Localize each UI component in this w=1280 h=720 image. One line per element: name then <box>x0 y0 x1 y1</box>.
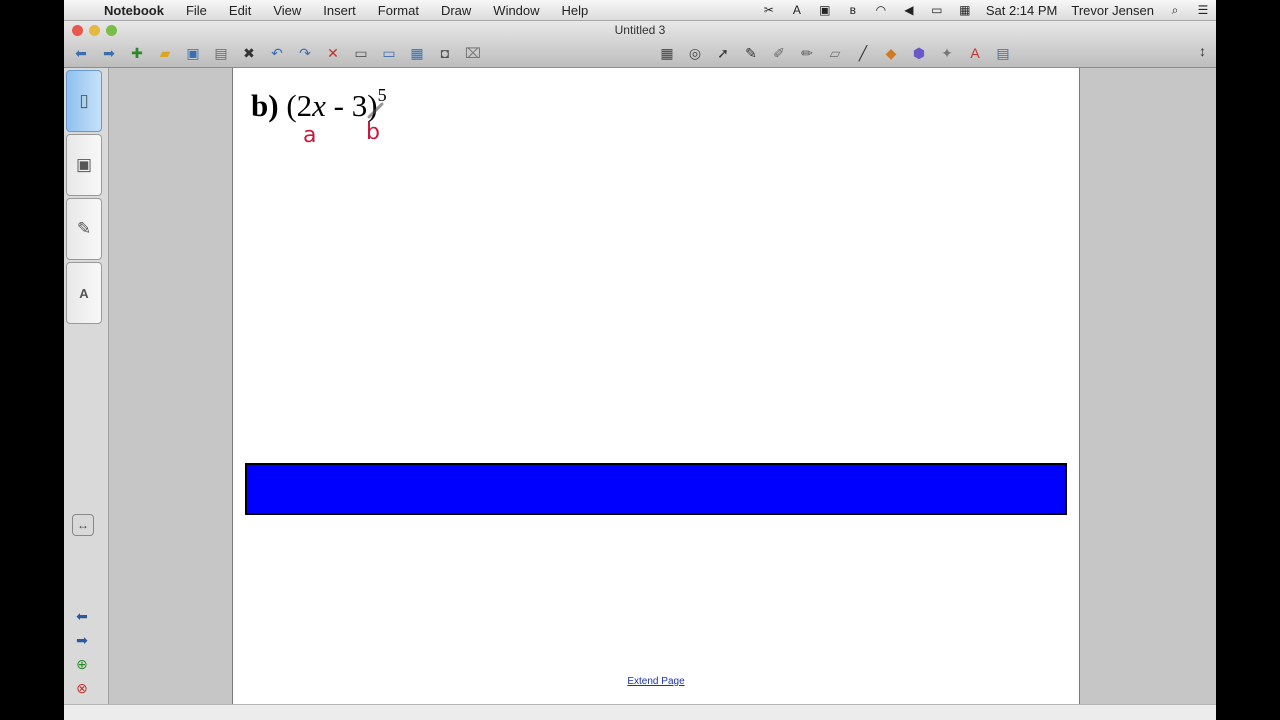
wifi-icon[interactable]: ◠ <box>874 4 888 16</box>
menu-bar: Notebook File Edit View Insert Format Dr… <box>64 0 1216 21</box>
menu-clock[interactable]: Sat 2:14 PM <box>986 3 1058 18</box>
eraser-icon[interactable]: ▱ <box>824 43 846 63</box>
gallery-tab[interactable]: ▣ <box>66 134 102 196</box>
page-icon: ▯ <box>79 91 89 110</box>
menu-format[interactable]: Format <box>378 3 419 18</box>
display-icon[interactable]: ▭ <box>378 43 400 63</box>
menu-view[interactable]: View <box>273 3 301 18</box>
spotlight-search-icon[interactable]: ⌕ <box>1168 4 1182 16</box>
toolbar-right: ▦ ◎ ➚ ✎ ✐ ✏ ▱ ╱ ◆ ⬢ ✦ A ▤ <box>656 41 1014 65</box>
workspace-left <box>109 68 232 704</box>
back-arrow-icon[interactable]: ⬅ <box>70 43 92 63</box>
adobe-icon[interactable]: A <box>790 4 804 16</box>
annotation-a[interactable]: a <box>303 123 316 148</box>
add-page-icon[interactable]: ⊕ <box>74 656 90 672</box>
notebook-page[interactable]: b) (2x - 3)5 a b Extend Page <box>232 68 1080 704</box>
toolbar-resize-icon[interactable]: ↕ <box>1199 43 1206 59</box>
clear-page-icon[interactable]: ✕ <box>322 43 344 63</box>
window-title: Untitled 3 <box>614 23 666 37</box>
shapes-icon[interactable]: ◆ <box>880 43 902 63</box>
menu-user[interactable]: Trevor Jensen <box>1071 3 1154 18</box>
fill-icon[interactable]: ⬢ <box>908 43 930 63</box>
capture-icon[interactable]: ◘ <box>434 43 456 63</box>
table-tool-icon[interactable]: ⌧ <box>462 43 484 63</box>
workspace-right <box>1079 68 1216 704</box>
menu-file[interactable]: File <box>186 3 207 18</box>
tools-icon[interactable]: ✂ <box>762 4 776 16</box>
status-area: ✂ A ▣ ʙ ◠ ◀ ▭ ▦ Sat 2:14 PM Trevor Jense… <box>762 0 1210 20</box>
expr-term: 3 <box>351 88 368 123</box>
toolbar-left: ⬅ ➡ ✚ ▰ ▣ ▤ ✖ ↶ ↷ ✕ ▭ ▭ ▦ ◘ ⌧ <box>70 41 484 65</box>
undo-icon[interactable]: ↶ <box>266 43 288 63</box>
attachments-tab[interactable]: ✎ <box>66 198 102 260</box>
annotation-b[interactable]: b <box>366 120 380 145</box>
select-cursor-icon[interactable]: ➚ <box>712 43 734 63</box>
line-icon[interactable]: ╱ <box>852 43 874 63</box>
sidebar: ▯ ▣ ✎ A ↔ ⬅ ➡ ⊕ ⊗ <box>64 68 109 708</box>
properties-tab[interactable]: A <box>66 262 102 324</box>
open-folder-icon[interactable]: ▰ <box>154 43 176 63</box>
paste-icon[interactable]: ▤ <box>210 43 232 63</box>
spotlight-tool-icon[interactable]: ◎ <box>684 43 706 63</box>
menu-edit[interactable]: Edit <box>229 3 251 18</box>
battery-icon[interactable]: ▭ <box>930 4 944 16</box>
menu-window[interactable]: Window <box>493 3 539 18</box>
save-icon[interactable]: ▣ <box>182 43 204 63</box>
app-menu-notebook[interactable]: Notebook <box>104 3 164 18</box>
expr-minus: - <box>325 88 352 123</box>
pen-strike-mark[interactable] <box>367 101 385 119</box>
menu-insert[interactable]: Insert <box>323 3 356 18</box>
screen: Notebook File Edit View Insert Format Dr… <box>64 0 1216 720</box>
expr-variable: x <box>312 88 326 123</box>
redo-icon[interactable]: ↷ <box>294 43 316 63</box>
volume-icon[interactable]: ◀ <box>902 4 916 16</box>
presentation-icon[interactable]: ▦ <box>406 43 428 63</box>
sidebar-swap-icon[interactable]: ↔ <box>72 514 94 536</box>
calendar-icon[interactable]: ▦ <box>958 4 972 16</box>
magic-pen-icon[interactable]: ✦ <box>936 43 958 63</box>
page-sorter-tab[interactable]: ▯ <box>66 70 102 132</box>
bottom-strip <box>64 704 1216 720</box>
properties-icon[interactable]: ▤ <box>992 43 1014 63</box>
blue-cover-rectangle[interactable] <box>245 463 1067 515</box>
expr-open: (2 <box>286 88 313 123</box>
table-icon[interactable]: ▦ <box>656 43 678 63</box>
forward-arrow-icon[interactable]: ➡ <box>98 43 120 63</box>
delete-icon[interactable]: ✖ <box>238 43 260 63</box>
extend-page-link[interactable]: Extend Page <box>233 676 1079 687</box>
menu-draw[interactable]: Draw <box>441 3 471 18</box>
delete-page-icon[interactable]: ⊗ <box>74 680 90 696</box>
gallery-image-icon: ▣ <box>75 155 93 174</box>
problem-label: b) <box>251 88 279 123</box>
window-titlebar: Untitled 3 ⬅ ➡ ✚ ▰ ▣ ▤ ✖ ↶ ↷ ✕ ▭ ▭ ▦ ◘ ⌧… <box>64 21 1216 68</box>
notification-center-icon[interactable]: ☰ <box>1196 4 1210 16</box>
highlighter-icon[interactable]: ✏ <box>796 43 818 63</box>
paperclip-icon: ✎ <box>76 219 92 238</box>
next-page-icon[interactable]: ➡ <box>74 632 90 648</box>
text-tool-icon[interactable]: A <box>964 43 986 63</box>
add-page-icon[interactable]: ✚ <box>126 43 148 63</box>
pen-icon[interactable]: ✎ <box>740 43 762 63</box>
bluetooth-icon[interactable]: ʙ <box>846 4 860 16</box>
previous-page-icon[interactable]: ⬅ <box>74 608 90 624</box>
menu-help[interactable]: Help <box>562 3 589 18</box>
properties-icon: A <box>79 285 89 301</box>
display-icon[interactable]: ▣ <box>818 4 832 16</box>
creative-pen-icon[interactable]: ✐ <box>768 43 790 63</box>
screen-shade-icon[interactable]: ▭ <box>350 43 372 63</box>
